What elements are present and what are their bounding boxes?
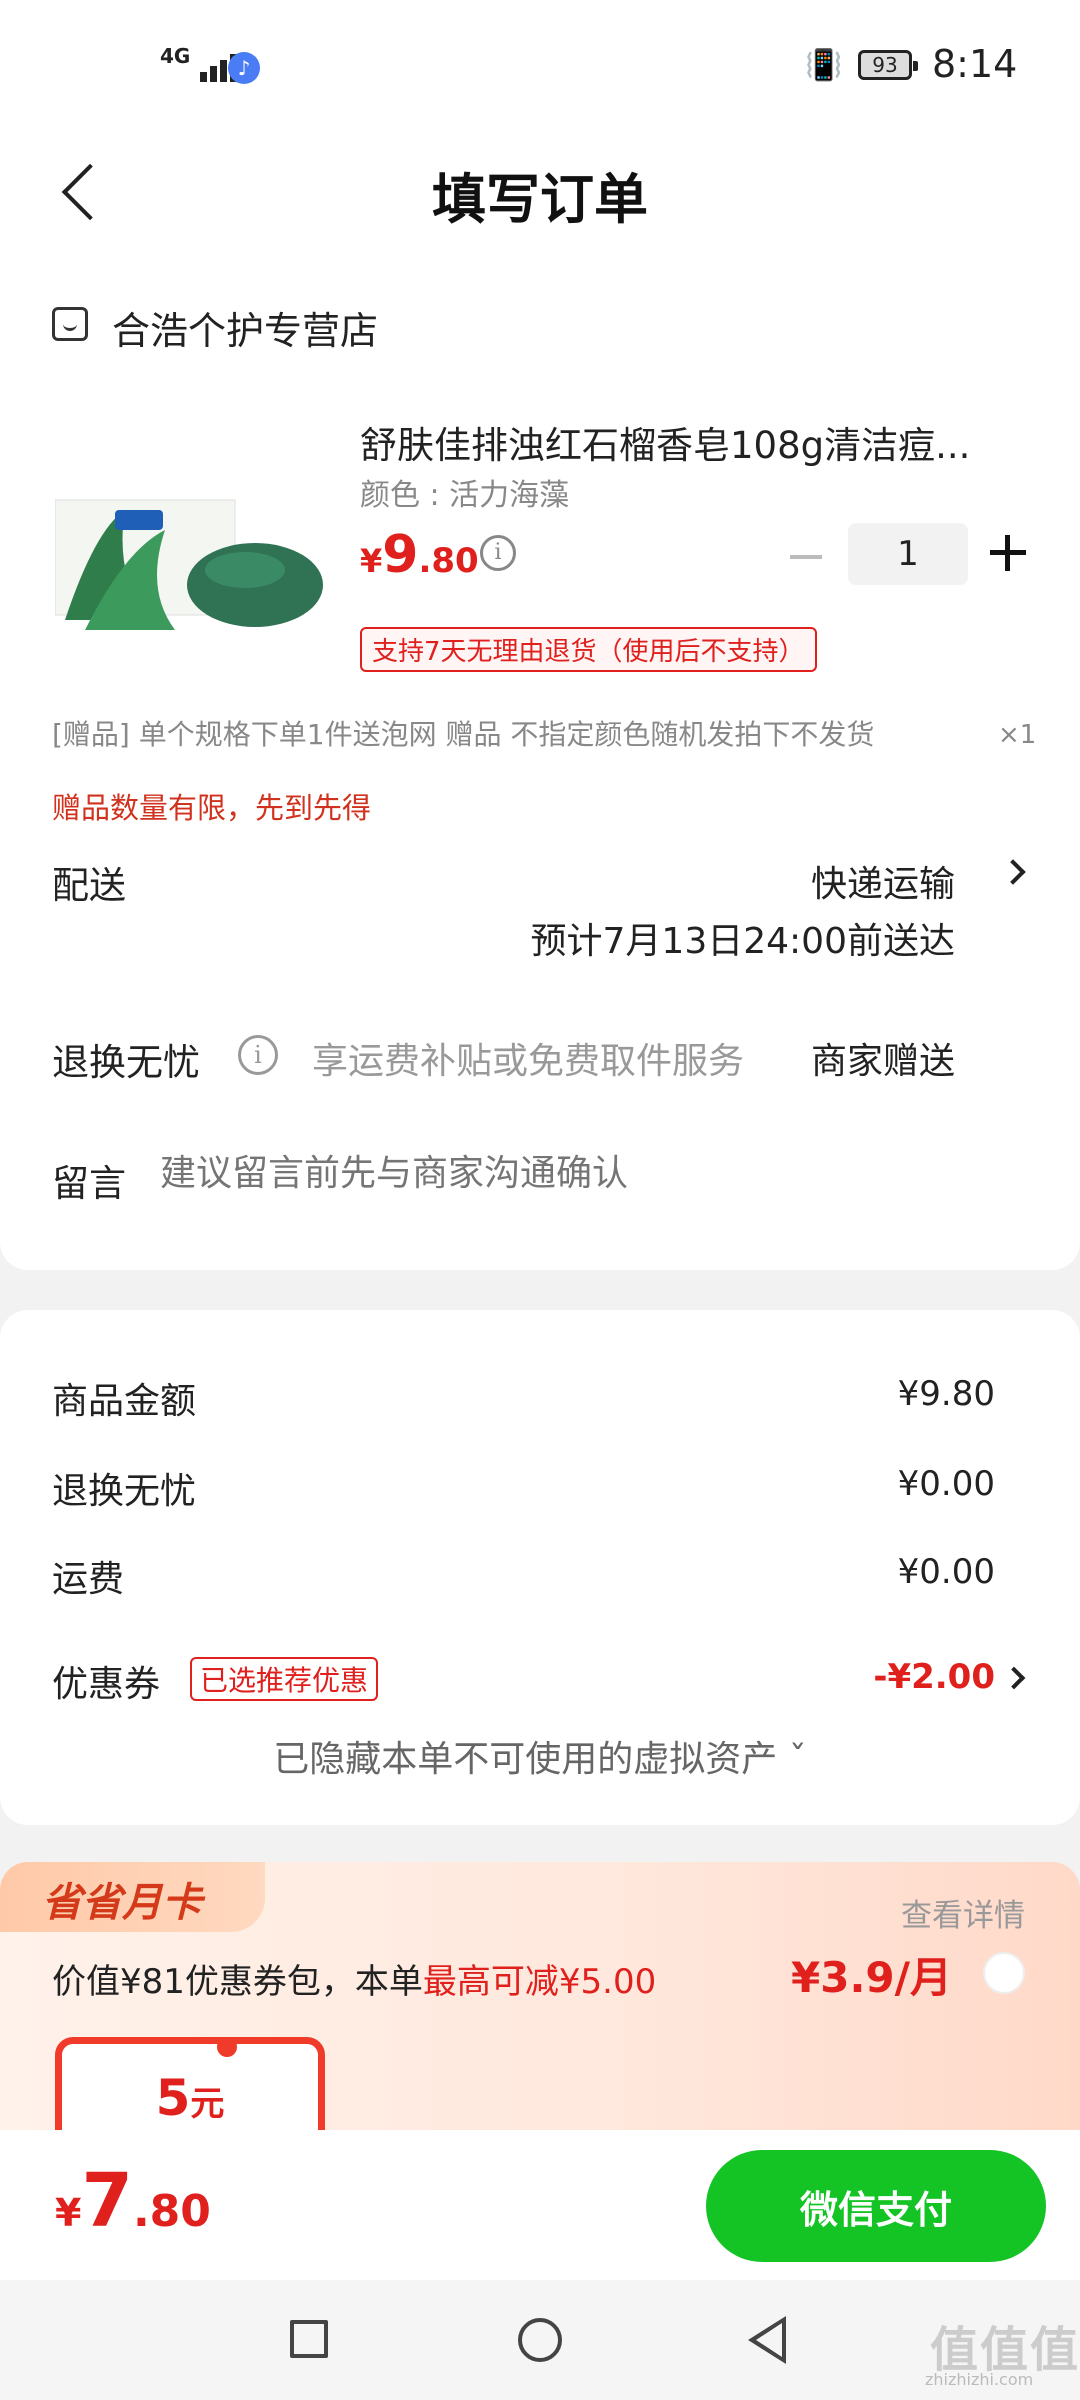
page-header: 填写订单 [0, 130, 1080, 255]
promo-tag: 省省月卡 [0, 1862, 265, 1932]
quantity-minus-button[interactable] [790, 555, 822, 559]
goods-amount-label: 商品金额 [52, 1381, 197, 1422]
recents-icon[interactable] [290, 2320, 328, 2358]
gift-note: 赠品数量有限，先到先得 [52, 791, 372, 825]
shop-name[interactable]: 合浩个护专营店 [112, 300, 378, 355]
total-decimal: .80 [132, 2186, 211, 2237]
monthly-card-promo: 省省月卡 查看详情 价值¥81优惠券包，本单最高可减¥5.00 ¥3.9/月 5… [0, 1862, 1080, 2132]
price-info-icon[interactable]: i [480, 535, 516, 571]
promo-detail-link[interactable]: 查看详情 [901, 1890, 1025, 1935]
message-input[interactable] [160, 1153, 980, 1194]
product-spec[interactable]: 颜色 : 活力海藻 [360, 470, 569, 514]
shop-icon [52, 307, 88, 341]
returns-fee-label: 退换无忧 [52, 1471, 197, 1512]
promo-tag-text: 省省月卡 [42, 1880, 202, 1926]
gift-quantity: ×1 [998, 720, 1037, 750]
total-price: ¥7.80 [55, 2158, 211, 2244]
shipping-fee-label: 运费 [52, 1559, 125, 1600]
quantity-plus-button[interactable] [990, 535, 1026, 571]
coupon-label: 优惠券 [52, 1664, 161, 1705]
delivery-method[interactable]: 快递运输 [811, 855, 955, 907]
music-icon: ♪ [228, 52, 260, 84]
delivery-label: 配送 [52, 864, 126, 907]
delivery-eta: 预计7月13日24:00前送达 [530, 921, 955, 962]
voucher-amount: 5元 [62, 2069, 318, 2127]
coupon-badge: 已选推荐优惠 [190, 1657, 379, 1701]
back-triangle-icon[interactable] [748, 2316, 786, 2364]
product-price: ¥9.80 [360, 525, 479, 585]
voucher-amount-number: 5 [155, 2069, 191, 2127]
returns-fee-value: ¥0.00 [897, 1464, 995, 1504]
promo-desc-highlight: 最高可减¥5.00 [422, 1962, 657, 2002]
price-decimal: .80 [418, 541, 479, 581]
clock: 8:14 [932, 42, 1018, 86]
gift-description: [赠品] 单个规格下单1件送泡网 赠品 不指定颜色随机发拍下不发货 [52, 718, 875, 751]
chevron-right-icon[interactable] [1002, 1666, 1026, 1690]
voucher-unit: 元 [190, 2084, 225, 2124]
returns-info-icon[interactable]: i [238, 1035, 278, 1075]
system-nav-bar [0, 2280, 1080, 2400]
returns-value: 商家赠送 [810, 1041, 955, 1082]
wechat-pay-button[interactable]: 微信支付 [706, 2150, 1046, 2262]
home-icon[interactable] [518, 2318, 562, 2362]
shipping-fee-value: ¥0.00 [897, 1552, 995, 1592]
hidden-assets-toggle[interactable]: 已隐藏本单不可使用的虚拟资产 ˇ [0, 1730, 1080, 1782]
promo-desc-prefix: 价值¥81优惠券包，本单 [52, 1962, 423, 2002]
product-title[interactable]: 舒肤佳排浊红石榴香皂108g清洁痘... [360, 415, 1000, 469]
promo-description: 价值¥81优惠券包，本单最高可减¥5.00 [52, 1954, 656, 2003]
refund-policy-badge: 支持7天无理由退货（使用后不支持） [360, 627, 817, 672]
coupon-value[interactable]: -¥2.00 [873, 1657, 995, 1697]
promo-select-radio[interactable] [983, 1952, 1025, 1994]
total-integer: 7 [81, 2158, 133, 2244]
product-image[interactable] [55, 470, 325, 655]
returns-description: 享运费补贴或免费取件服务 [312, 1041, 745, 1082]
promo-price: ¥3.9/月 [791, 1953, 952, 2002]
status-bar: 4G ♪ 📳 93 8:14 [0, 0, 1080, 130]
returns-label: 退换无忧 [52, 1041, 200, 1084]
watermark-url: zhizhizhi.com [925, 2370, 1034, 2389]
total-currency: ¥ [55, 2191, 82, 2235]
vibrate-icon: 📳 [805, 48, 843, 83]
page-title: 填写订单 [432, 168, 648, 231]
price-integer: 9 [382, 525, 419, 585]
quantity-field[interactable]: 1 [848, 523, 968, 585]
order-card: 合浩个护专营店 舒肤佳排浊红石榴香皂108g清洁痘... 颜色 : 活力海藻 ¥… [0, 255, 1080, 1270]
price-summary-card: 商品金额 ¥9.80 退换无忧 ¥0.00 运费 ¥0.00 优惠券 已选推荐优… [0, 1310, 1080, 1825]
price-currency: ¥ [360, 542, 383, 580]
goods-amount-value: ¥9.80 [897, 1374, 995, 1414]
battery-icon: 93 [858, 50, 918, 80]
chevron-right-icon[interactable] [1000, 859, 1026, 885]
network-type: 4G [160, 44, 191, 68]
checkout-bar: ¥7.80 微信支付 [0, 2130, 1080, 2280]
voucher-card: 5元 [55, 2037, 325, 2132]
message-label: 留言 [52, 1162, 126, 1205]
